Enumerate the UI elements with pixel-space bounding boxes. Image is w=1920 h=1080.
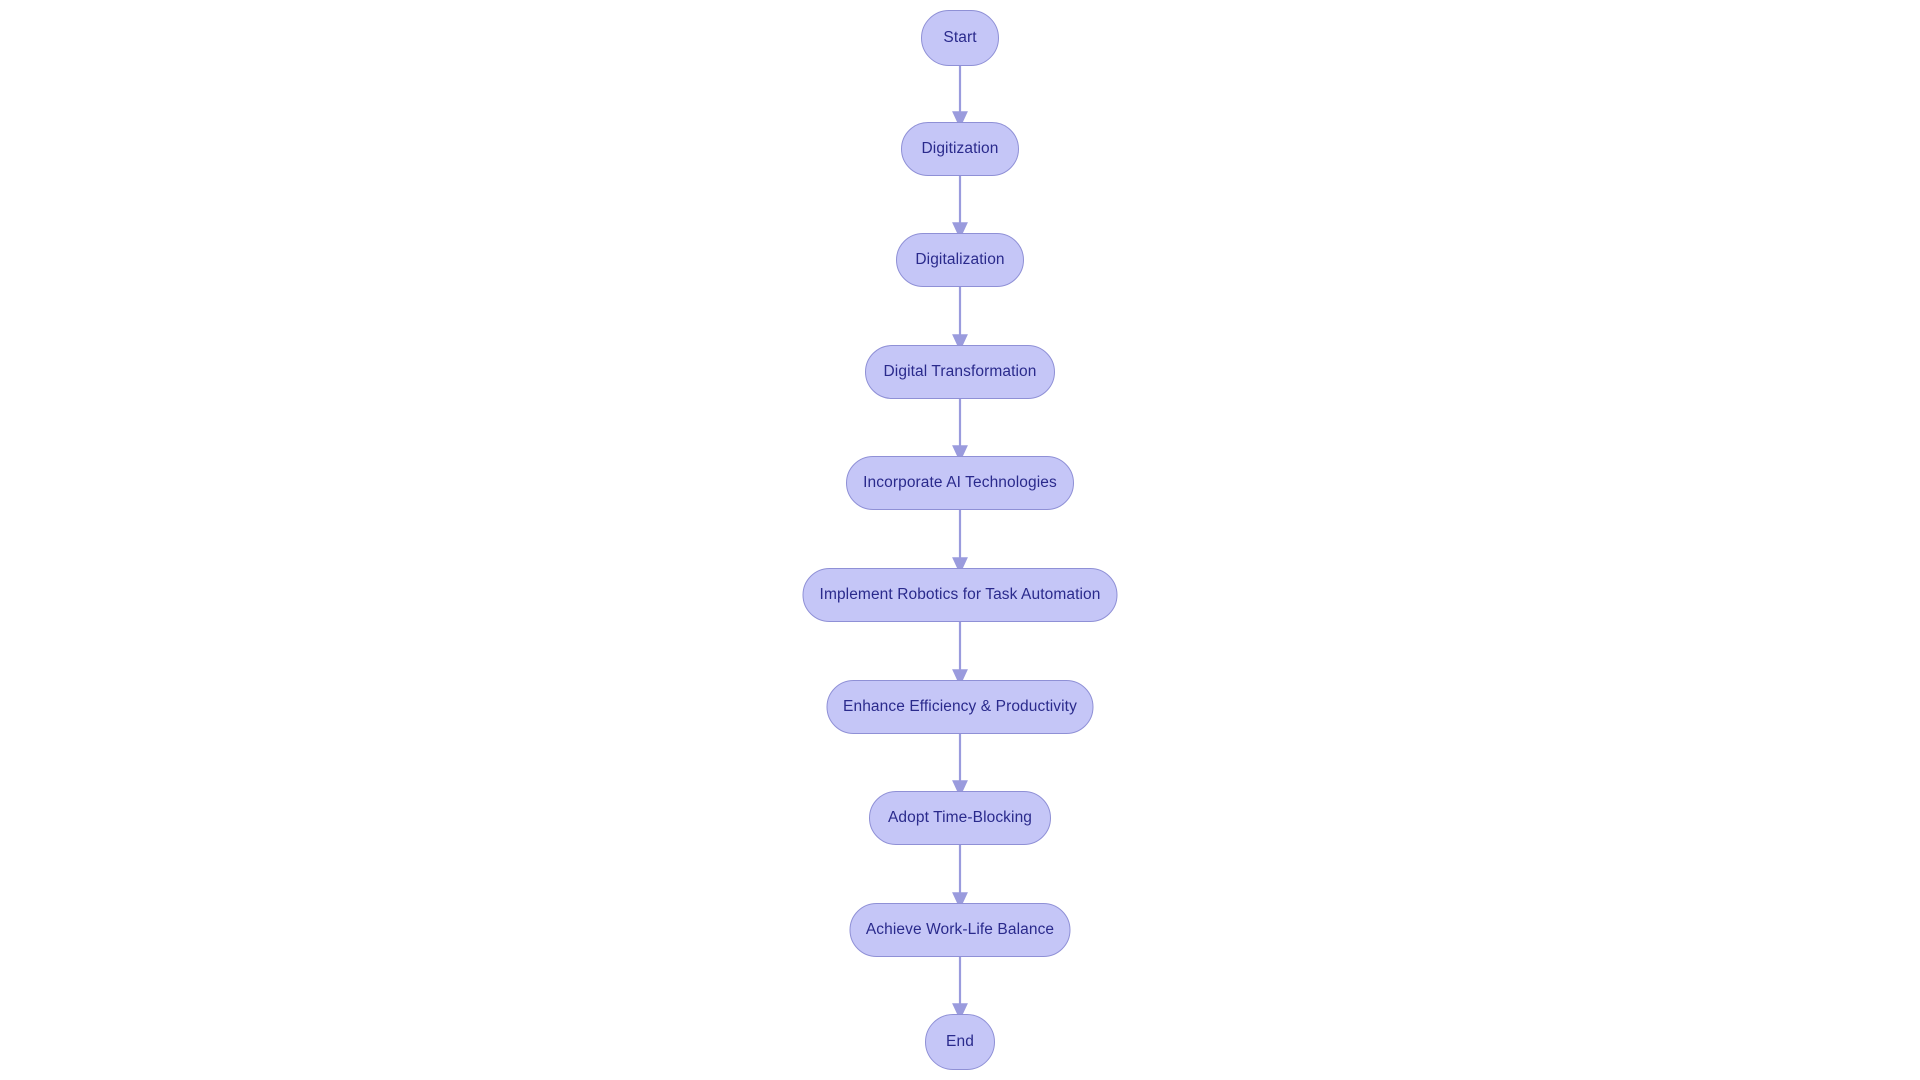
flowchart-node-label: Adopt Time-Blocking: [887, 809, 1033, 827]
flowchart-node-transformation[interactable]: Digital Transformation: [865, 345, 1055, 399]
flowchart-node-timeblocking[interactable]: Adopt Time-Blocking: [869, 791, 1051, 845]
flowchart-node-digitization[interactable]: Digitization: [901, 122, 1019, 176]
flowchart-node-label: Incorporate AI Technologies: [863, 474, 1057, 492]
flowchart-node-label: Digital Transformation: [883, 363, 1037, 381]
flowchart-node-worklife[interactable]: Achieve Work-Life Balance: [849, 903, 1071, 957]
flowchart-node-label: Start: [943, 29, 977, 47]
flowchart-node-label: Achieve Work-Life Balance: [865, 921, 1055, 939]
flowchart-node-efficiency[interactable]: Enhance Efficiency & Productivity: [826, 680, 1094, 734]
flowchart-node-robotics[interactable]: Implement Robotics for Task Automation: [802, 568, 1118, 622]
flowchart-node-end[interactable]: End: [925, 1014, 995, 1070]
flowchart-node-label: Implement Robotics for Task Automation: [819, 586, 1101, 604]
flowchart-node-label: End: [946, 1033, 974, 1051]
flowchart-node-layer: Start Digitization Digitalization Digital T…: [0, 0, 1920, 1080]
flowchart-node-label: Digitalization: [915, 251, 1005, 269]
flowchart-node-label: Enhance Efficiency & Productivity: [843, 698, 1077, 716]
flowchart-node-ai[interactable]: Incorporate AI Technologies: [846, 456, 1074, 510]
flowchart-node-label: Digitization: [921, 140, 999, 158]
flowchart-node-start[interactable]: Start: [921, 10, 999, 66]
flowchart-node-digitalization[interactable]: Digitalization: [896, 233, 1024, 287]
flowchart-canvas: Start Digitization Digitalization Digital T…: [0, 0, 1920, 1080]
